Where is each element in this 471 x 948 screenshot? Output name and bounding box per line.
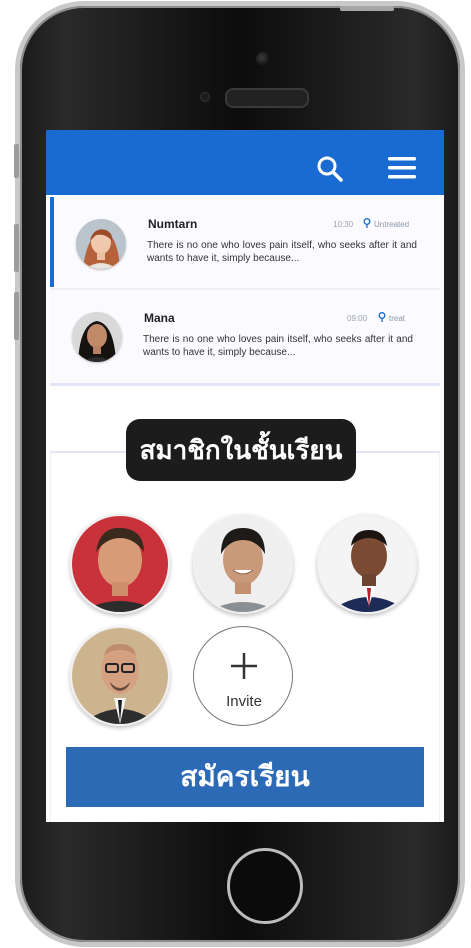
app-screen: Numtarn 10:30 Untreated There is no one … — [46, 130, 444, 822]
power-button — [340, 6, 394, 11]
message-preview: There is no one who loves pain itself, w… — [143, 334, 413, 358]
member-avatar[interactable] — [70, 514, 170, 614]
front-camera — [256, 52, 270, 66]
member-avatar[interactable] — [317, 514, 417, 614]
member-avatar[interactable] — [193, 514, 293, 614]
member-avatar[interactable] — [70, 626, 170, 726]
location-pin-icon — [363, 218, 371, 228]
proximity-sensor — [200, 92, 210, 102]
home-button[interactable] — [227, 848, 303, 924]
message-status: treat — [389, 314, 406, 323]
message-time: 10:30 — [333, 220, 354, 229]
earpiece-speaker — [225, 88, 309, 108]
message-item[interactable]: Numtarn 10:30 Untreated There is no one … — [50, 197, 440, 287]
invite-button[interactable]: Invite — [193, 626, 293, 726]
location-pin-icon — [378, 312, 386, 322]
top-app-bar — [46, 130, 444, 195]
invite-label: Invite — [226, 693, 262, 710]
sender-name: Mana — [144, 311, 175, 325]
hamburger-menu-icon[interactable] — [388, 156, 416, 180]
sender-name: Numtarn — [148, 217, 198, 231]
mute-switch — [14, 144, 19, 178]
avatar — [72, 312, 122, 362]
search-icon[interactable] — [316, 155, 344, 183]
plus-icon — [231, 653, 257, 679]
avatar — [76, 219, 126, 269]
message-preview: There is no one who loves pain itself, w… — [147, 240, 417, 264]
register-button[interactable]: สมัครเรียน — [66, 747, 424, 807]
message-item[interactable]: Mana 09:00 treat There is no one who lov… — [50, 291, 440, 381]
message-list: Numtarn 10:30 Untreated There is no one … — [50, 197, 440, 386]
message-time: 09:00 — [347, 314, 368, 323]
section-title: สมาชิกในชั้นเรียน — [126, 419, 356, 481]
divider — [50, 288, 440, 290]
message-status: Untreated — [374, 220, 410, 229]
volume-up-button — [14, 224, 19, 272]
volume-down-button — [14, 292, 19, 340]
